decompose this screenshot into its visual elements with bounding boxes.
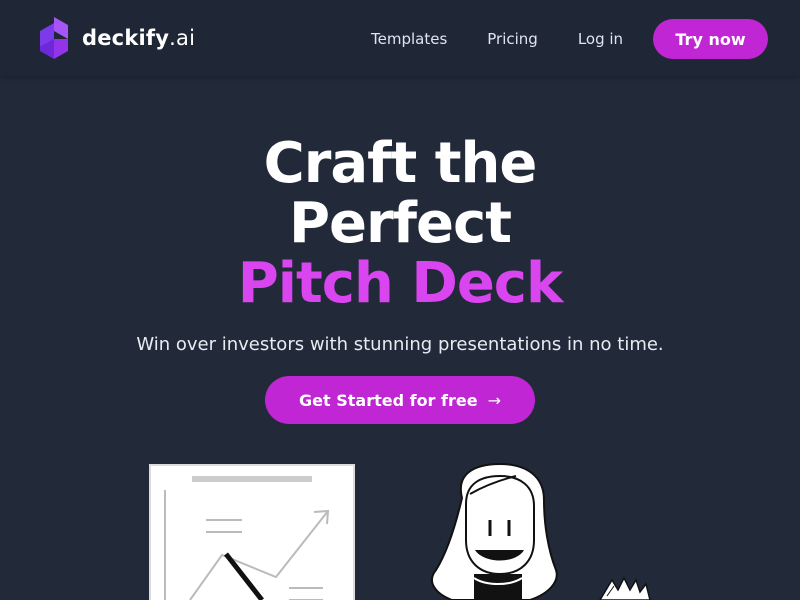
nav-link-templates[interactable]: Templates (371, 29, 447, 49)
hero-title-line-1: Craft the (263, 131, 538, 196)
landing-page: deckify.ai Templates Pricing Log in Try … (0, 0, 800, 600)
growth-chart-card-icon (149, 464, 355, 600)
logo-tld-text: .ai (169, 26, 196, 50)
hero-title: Craft the Perfect Pitch Deck (0, 134, 800, 314)
nav-link-login[interactable]: Log in (578, 29, 623, 49)
hero-title-line-2: Perfect (289, 191, 512, 256)
arrow-right-icon: → (487, 390, 501, 410)
deckify-logo-icon (40, 17, 68, 59)
hero-illustration (149, 462, 651, 600)
logo-text: deckify.ai (82, 17, 195, 59)
top-navigation: deckify.ai Templates Pricing Log in Try … (0, 0, 800, 76)
logo-main-text: deckify (82, 26, 170, 50)
raised-hand-icon (599, 576, 651, 600)
hero-title-line-3: Pitch Deck (237, 251, 563, 316)
try-now-button[interactable]: Try now (653, 19, 768, 59)
woman-character-icon (431, 462, 558, 600)
nav-link-pricing[interactable]: Pricing (487, 29, 538, 49)
get-started-label: Get Started for free (299, 390, 478, 410)
nav-links: Templates Pricing Log in (371, 29, 663, 49)
get-started-button[interactable]: Get Started for free → (265, 376, 535, 424)
logo[interactable]: deckify.ai (40, 17, 195, 59)
hero-subtitle: Win over investors with stunning present… (136, 334, 664, 355)
